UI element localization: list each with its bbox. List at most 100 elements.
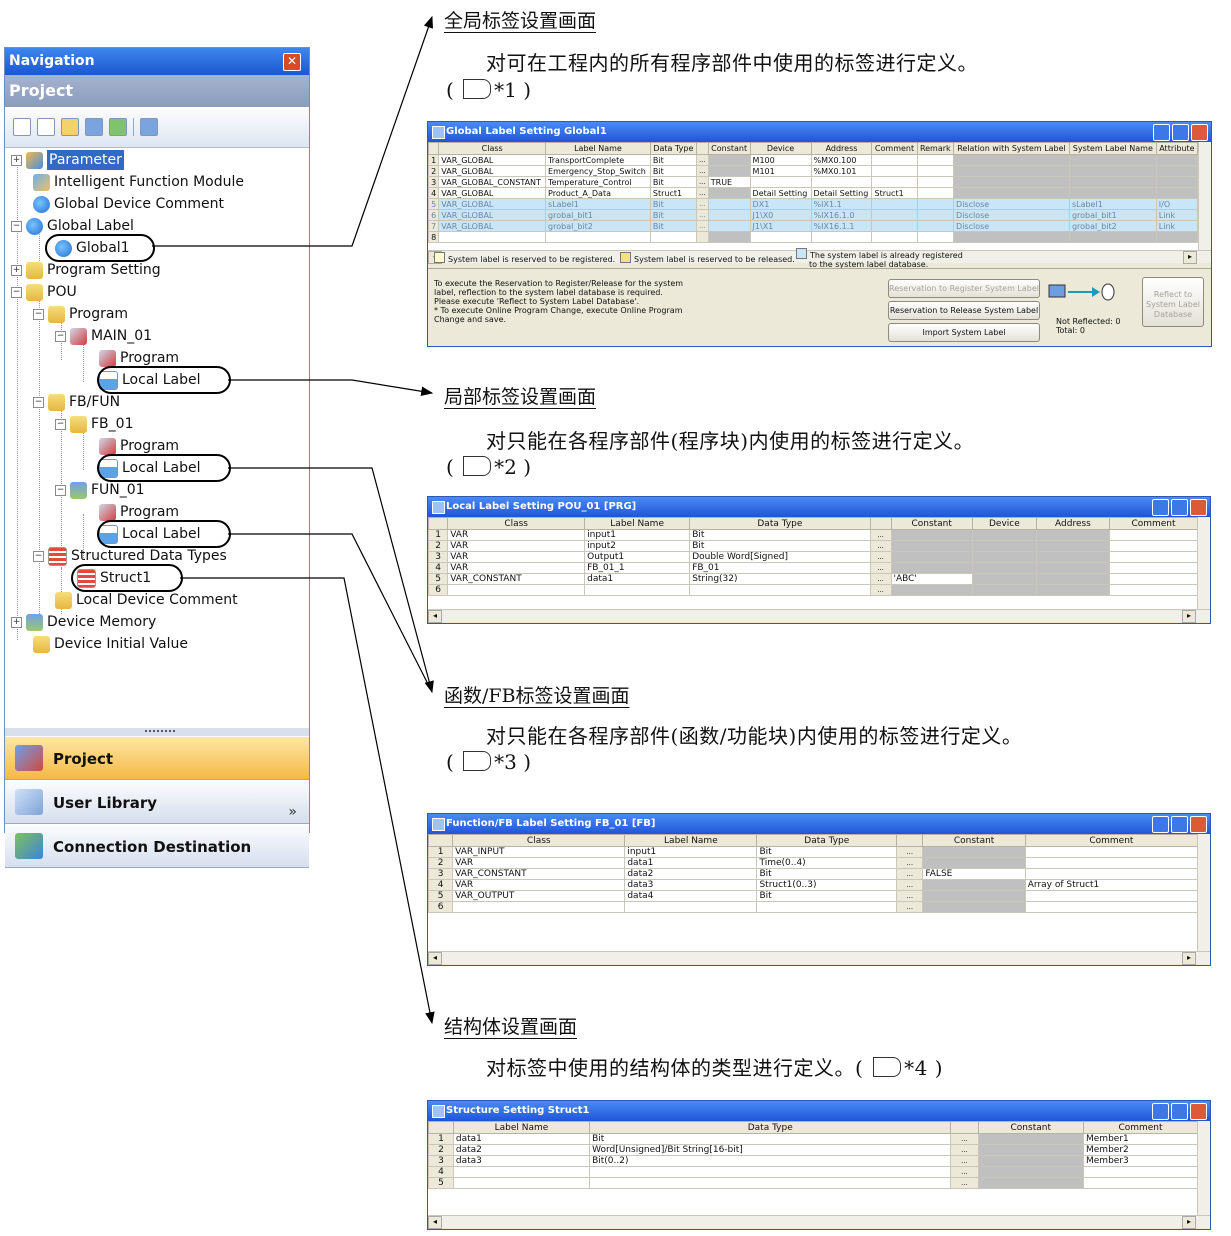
table-row[interactable]: 7 VAR_GLOBAL grobal_bit2 Bit... J1\X1 %IX16.1… [428,220,1199,232]
table-cell[interactable] [916,187,955,199]
table-cell[interactable] [971,551,1037,563]
minimize-icon[interactable] [1152,1103,1169,1120]
table-cell[interactable] [1024,846,1199,858]
table-cell[interactable] [689,584,871,596]
table-cell[interactable] [953,154,1070,166]
table-cell[interactable] [584,584,691,596]
table-cell[interactable]: grobal_bit1 [545,209,651,221]
table-cell[interactable]: ... [695,209,709,221]
table-cell[interactable]: FB_01_1 [584,562,691,574]
reflect-to-database-button[interactable]: Reflect to System Label Database [1142,277,1204,327]
table-cell[interactable] [589,1166,952,1178]
table-cell[interactable] [1083,1166,1198,1178]
table-cell[interactable] [1024,901,1199,913]
table-cell[interactable] [707,198,751,210]
table-cell[interactable] [871,176,918,188]
tree-item-program-folder[interactable]: Program [69,304,128,324]
horizontal-scrollbar[interactable]: ◂▸ [428,1215,1210,1229]
column-header[interactable]: Label Name [584,517,691,530]
table-cell[interactable]: J1\X1 [749,220,812,232]
nav-button-user-library[interactable]: User Library [5,780,309,824]
table-cell[interactable]: VAR_GLOBAL [438,198,547,210]
collapse-toggle[interactable]: − [55,330,66,342]
table-cell[interactable]: FB_01 [689,562,871,574]
tree-item-local-device-comment[interactable]: Local Device Comment [76,590,238,610]
table-row[interactable]: 2 VAR_GLOBAL Emergency_Stop_Switch Bit... M1… [428,165,1199,177]
more-chevron-icon[interactable]: » [288,804,297,820]
column-header[interactable]: Data Type [589,1121,952,1134]
column-header[interactable]: Data Type [689,517,871,530]
table-cell[interactable]: ... [695,220,709,232]
close-icon[interactable] [1190,1103,1207,1120]
table-cell[interactable]: VAR [447,540,586,552]
table-cell[interactable]: VAR [447,529,586,541]
table-cell[interactable] [1068,165,1157,177]
table-cell[interactable]: TransportComplete [545,154,651,166]
table-cell[interactable] [971,584,1037,596]
table-cell[interactable]: Double Word[Signed] [689,551,871,563]
table-cell[interactable]: DX1 [749,198,812,210]
horizontal-scrollbar[interactable]: ◂▸ [428,951,1210,965]
table-cell[interactable] [977,1166,1085,1178]
table-cell[interactable]: Member3 [1083,1155,1198,1167]
table-cell[interactable]: Bit [649,209,697,221]
table-cell[interactable] [916,198,955,210]
table-cell[interactable]: data1 [584,573,691,585]
column-header[interactable]: Label Name [545,142,651,155]
column-header[interactable]: Remark [916,142,955,155]
column-header[interactable]: Class [452,834,626,847]
table-cell[interactable]: ... [896,857,924,869]
collapse-toggle[interactable]: − [33,308,44,320]
column-header[interactable]: Device [749,142,812,155]
table-cell[interactable]: Member2 [1083,1144,1198,1156]
table-row[interactable]: 5 VAR_GLOBAL sLabel1 Bit... DX1 %IX1.1 Disclos… [428,198,1199,210]
column-header[interactable] [428,834,454,847]
column-header[interactable]: Constant [922,834,1026,847]
table-cell[interactable]: VAR [447,562,586,574]
table-cell[interactable]: VAR_GLOBAL [438,165,547,177]
column-header[interactable] [695,142,709,155]
table-cell[interactable] [890,584,973,596]
table-cell[interactable] [1024,857,1199,869]
table-cell[interactable]: ... [869,562,892,574]
column-header[interactable] [428,1121,454,1134]
table-cell[interactable] [707,231,751,243]
table-cell[interactable] [916,231,955,243]
table-cell[interactable] [749,176,812,188]
column-header[interactable] [869,517,892,530]
table-cell[interactable]: data2 [452,1144,591,1156]
table-cell[interactable] [916,165,955,177]
table-cell[interactable]: VAR_OUTPUT [452,890,626,902]
table-cell[interactable] [810,176,873,188]
table-row[interactable]: 4... [428,1166,1198,1178]
table-cell[interactable]: input1 [624,846,758,858]
table-cell[interactable]: TRUE [707,176,751,188]
table-cell[interactable]: VAR [452,879,626,891]
table-cell[interactable]: VAR_CONSTANT [447,573,586,585]
table-cell[interactable] [1155,176,1199,188]
column-header[interactable]: Attribute [1155,142,1199,155]
table-cell[interactable]: VAR_GLOBAL [438,187,547,199]
column-header[interactable]: Data Type [649,142,697,155]
table-cell[interactable] [810,231,873,243]
table-cell[interactable] [545,231,651,243]
table-cell[interactable]: J1\X0 [749,209,812,221]
table-cell[interactable]: ... [896,846,924,858]
table-cell[interactable] [707,209,751,221]
table-row[interactable]: 6 VAR_GLOBAL grobal_bit1 Bit... J1\X0 %IX16.1… [428,209,1199,221]
close-icon[interactable]: ✕ [283,53,301,71]
collapse-toggle[interactable]: − [55,418,66,430]
table-cell[interactable] [1155,231,1199,243]
table-cell[interactable]: ... [695,154,709,166]
expand-toggle[interactable]: + [11,154,22,166]
table-row[interactable]: 1 VAR input1 Bit... [428,529,1198,541]
table-cell[interactable] [922,879,1026,891]
maximize-icon[interactable] [1171,1103,1188,1120]
table-cell[interactable]: VAR_GLOBAL [438,209,547,221]
table-row[interactable]: 4 VAR FB_01_1 FB_01... [428,562,1198,574]
table-cell[interactable] [890,562,973,574]
table-cell[interactable]: ... [896,868,924,880]
table-cell[interactable]: Bit [689,540,871,552]
table-cell[interactable] [1035,584,1111,596]
table-cell[interactable]: Detail Setting [810,187,873,199]
